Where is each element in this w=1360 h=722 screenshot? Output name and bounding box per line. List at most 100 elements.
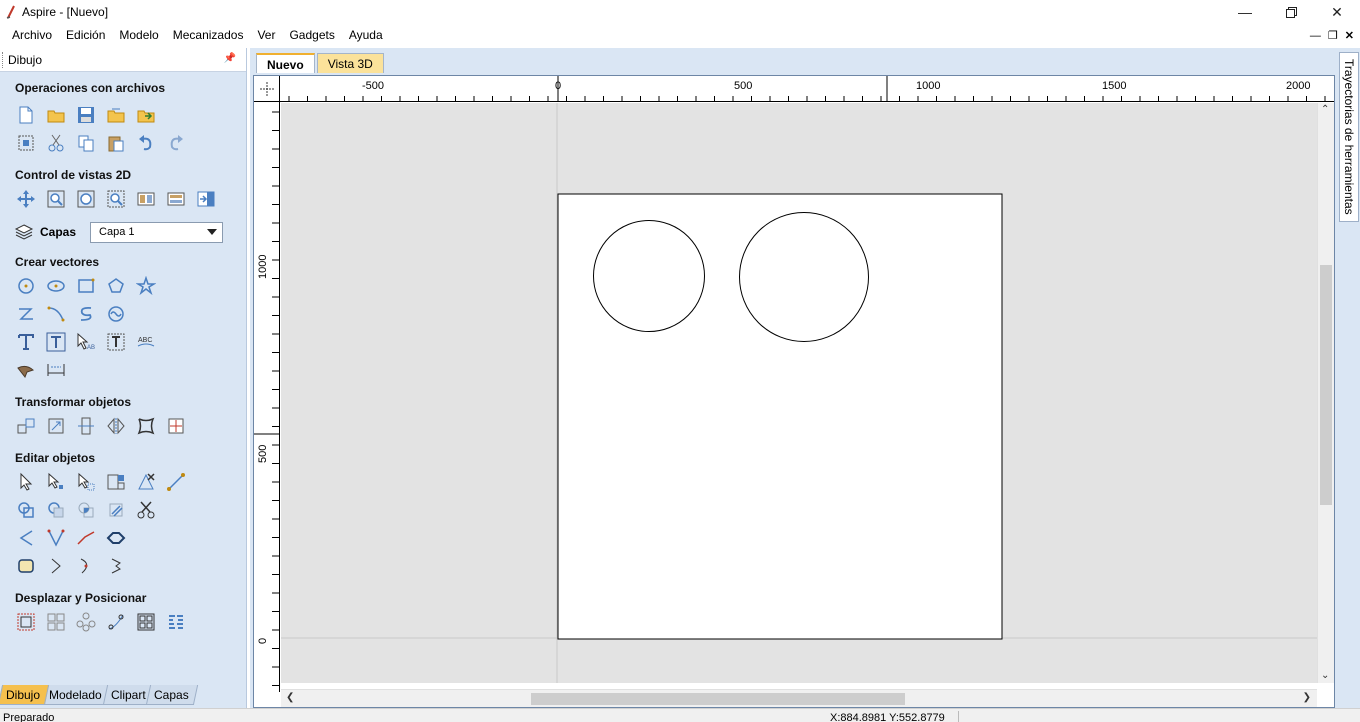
close-button[interactable]: ✕: [1314, 0, 1360, 24]
draw-polyline-icon[interactable]: [14, 302, 38, 326]
close-vector-icon[interactable]: [104, 554, 128, 578]
draw-polygon-icon[interactable]: [104, 274, 128, 298]
horizontal-scrollbar[interactable]: ❮ ❯: [281, 689, 1317, 707]
extend-icon[interactable]: [74, 526, 98, 550]
set-position-icon[interactable]: [164, 414, 188, 438]
menu-gadgets[interactable]: Gadgets: [282, 24, 341, 47]
horizontal-scroll-thumb[interactable]: [531, 693, 905, 705]
section-file-ops: Operaciones con archivos: [15, 81, 166, 95]
view-horizontal-icon[interactable]: [164, 187, 188, 211]
draw-star-icon[interactable]: [134, 274, 158, 298]
transform-select-icon[interactable]: [74, 470, 98, 494]
view-split-icon[interactable]: [134, 187, 158, 211]
mdi-close-button[interactable]: ✕: [1345, 29, 1354, 42]
mdi-minimize-button[interactable]: —: [1310, 30, 1321, 42]
align-icon[interactable]: [74, 414, 98, 438]
draw-curve-icon[interactable]: [44, 302, 68, 326]
pin-icon[interactable]: 📌: [224, 53, 236, 64]
draw-circle-icon[interactable]: [14, 274, 38, 298]
draw-spiral-icon[interactable]: [104, 302, 128, 326]
view-toggle-icon[interactable]: [194, 187, 218, 211]
toolpaths-tab[interactable]: Trayectorias de herramientas: [1339, 52, 1359, 222]
scroll-down-icon[interactable]: ⌄: [1321, 670, 1329, 681]
new-file-icon[interactable]: [14, 103, 38, 127]
fillet-icon[interactable]: [14, 526, 38, 550]
draw-ellipse-icon[interactable]: [44, 274, 68, 298]
text-frame-icon[interactable]: [44, 330, 68, 354]
tab-nuevo[interactable]: Nuevo: [256, 53, 315, 73]
tab-vista-3d[interactable]: Vista 3D: [316, 53, 384, 73]
material-sheet[interactable]: [557, 193, 1003, 640]
scroll-left-icon[interactable]: ❮: [286, 692, 294, 703]
select-all-icon[interactable]: [14, 131, 38, 155]
mdi-restore-button[interactable]: ❐: [1328, 29, 1338, 42]
open-recent-icon[interactable]: [104, 103, 128, 127]
scale-icon[interactable]: [44, 414, 68, 438]
draw-spline-icon[interactable]: [74, 302, 98, 326]
drawing-canvas[interactable]: [281, 103, 1317, 683]
intersect-icon[interactable]: [74, 498, 98, 522]
menu-mecanizados[interactable]: Mecanizados: [166, 24, 251, 47]
array-copy-icon[interactable]: [14, 610, 38, 634]
zoom-extents-icon[interactable]: [74, 187, 98, 211]
vertical-scroll-thumb[interactable]: [1320, 265, 1332, 505]
menu-archivo[interactable]: Archivo: [5, 24, 59, 47]
move-icon[interactable]: [14, 414, 38, 438]
menu-ver[interactable]: Ver: [250, 24, 282, 47]
menu-modelo[interactable]: Modelo: [112, 24, 165, 47]
text-edit-icon[interactable]: AB: [74, 330, 98, 354]
undo-icon[interactable]: [134, 131, 158, 155]
text-on-curve-icon[interactable]: ABC: [134, 330, 158, 354]
interactive-select-icon[interactable]: [104, 470, 128, 494]
nesting-icon[interactable]: [134, 610, 158, 634]
panel-grip[interactable]: [2, 52, 5, 68]
mirror-icon[interactable]: [104, 414, 128, 438]
tab-capas[interactable]: Capas: [146, 685, 199, 705]
distort-icon[interactable]: [134, 414, 158, 438]
menu-ayuda[interactable]: Ayuda: [342, 24, 390, 47]
text-icon[interactable]: [14, 330, 38, 354]
ruler-origin-icon[interactable]: [254, 76, 280, 102]
aspire-app-icon[interactable]: [2, 0, 20, 24]
copy-icon[interactable]: [74, 131, 98, 155]
zoom-selection-icon[interactable]: [104, 187, 128, 211]
trim-icon[interactable]: [104, 498, 128, 522]
scroll-right-icon[interactable]: ❯: [1303, 692, 1311, 703]
measure-icon[interactable]: [164, 470, 188, 494]
bitmap-trace-icon[interactable]: [14, 358, 38, 382]
node-edit-icon[interactable]: [44, 470, 68, 494]
layer-select[interactable]: Capa 1: [90, 221, 224, 243]
scroll-up-icon[interactable]: ⌃: [1321, 104, 1329, 115]
draw-rectangle-icon[interactable]: [74, 274, 98, 298]
join-curve-icon[interactable]: [74, 554, 98, 578]
tab-modelado[interactable]: Modelado: [40, 685, 111, 705]
weld-icon[interactable]: [14, 498, 38, 522]
subtract-icon[interactable]: [44, 498, 68, 522]
offset-icon[interactable]: [104, 526, 128, 550]
chamfer-icon[interactable]: [44, 526, 68, 550]
circular-copy-icon[interactable]: [74, 610, 98, 634]
minimize-button[interactable]: —: [1222, 0, 1268, 24]
import-icon[interactable]: [134, 103, 158, 127]
paste-icon[interactable]: [104, 131, 128, 155]
select-arrow-icon[interactable]: [14, 470, 38, 494]
dimension-icon[interactable]: [44, 358, 68, 382]
cut-icon[interactable]: [44, 131, 68, 155]
text-autolayout-icon[interactable]: [104, 330, 128, 354]
tab-dibujo[interactable]: Dibujo: [0, 685, 50, 705]
delete-nodes-icon[interactable]: [134, 470, 158, 494]
redo-icon[interactable]: [164, 131, 188, 155]
restore-button[interactable]: [1268, 0, 1314, 24]
join-open-icon[interactable]: [44, 554, 68, 578]
pan-icon[interactable]: [14, 187, 38, 211]
vertical-scrollbar[interactable]: ⌃ ⌄: [1317, 103, 1334, 683]
scissors-icon[interactable]: [134, 498, 158, 522]
menu-edicion[interactable]: Edición: [59, 24, 112, 47]
save-icon[interactable]: [74, 103, 98, 127]
open-file-icon[interactable]: [44, 103, 68, 127]
copy-along-vector-icon[interactable]: [104, 610, 128, 634]
auto-layout-icon[interactable]: [164, 610, 188, 634]
zoom-box-icon[interactable]: [44, 187, 68, 211]
grid-copy-icon[interactable]: [44, 610, 68, 634]
smooth-icon[interactable]: [14, 554, 38, 578]
